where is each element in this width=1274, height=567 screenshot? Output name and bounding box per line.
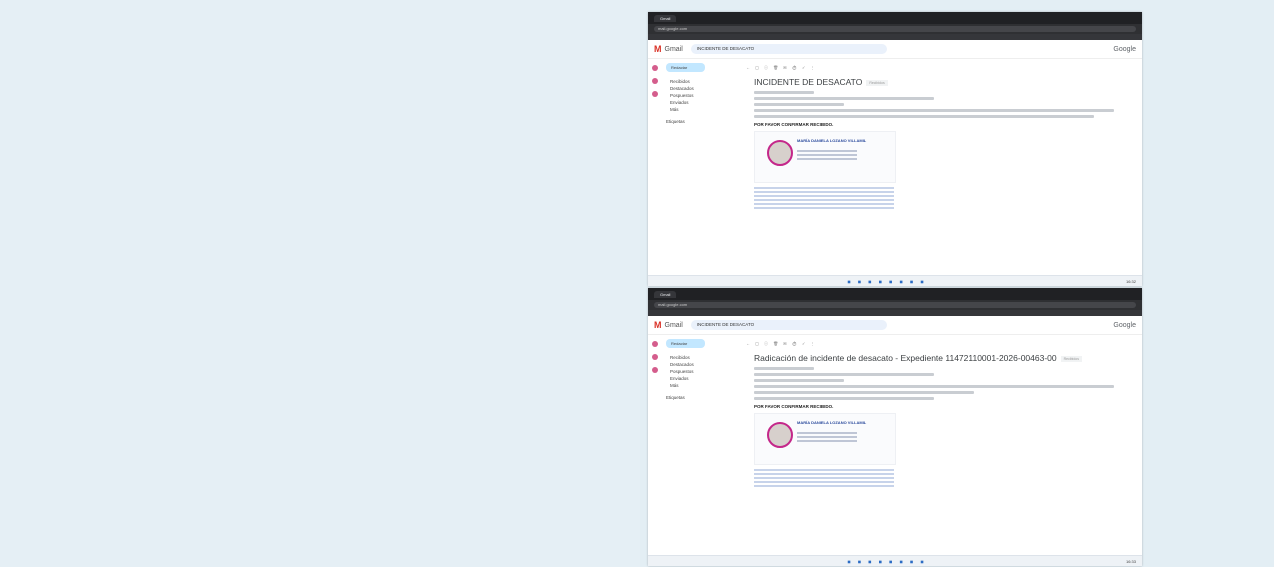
taskbar-app-icons[interactable]: ◼ ◼ ◼ ◼ ◼ ◼ ◼ ◼ — [847, 559, 926, 564]
search-input[interactable]: INCIDENTE DE DESACATO — [690, 44, 887, 54]
chat-icon[interactable] — [652, 78, 658, 84]
recipient-line — [754, 373, 934, 376]
email-view: ← ▢ ⓘ 🗑 ✉ ⏱ ✓ ⋮ Radicación de incidente … — [740, 335, 1142, 489]
sidebar-item-snoozed[interactable]: Pospuestos — [666, 92, 736, 99]
sidebar-item-inbox[interactable]: Recibidos — [666, 354, 736, 361]
taskbar: ◼ ◼ ◼ ◼ ◼ ◼ ◼ ◼ 16:32 — [648, 275, 1142, 286]
sender-line — [754, 91, 814, 94]
sidebar-item-more[interactable]: Más — [666, 106, 736, 113]
gmail-header: M Gmail INCIDENTE DE DESACATO Google — [648, 40, 1142, 59]
app-rail — [648, 59, 662, 211]
email-subject: Radicación de incidente de desacato - Ex… — [754, 353, 1136, 363]
signature-card: MARÍA DANIELA LOZANO VILLAMIL — [754, 131, 896, 183]
sidebar-item-more[interactable]: Más — [666, 382, 736, 389]
date-line — [754, 103, 844, 106]
taskbar: ◼ ◼ ◼ ◼ ◼ ◼ ◼ ◼ 16:33 — [648, 555, 1142, 566]
email-subject: INCIDENTE DE DESACATO Recibidos — [754, 77, 1136, 87]
mail-icon[interactable] — [652, 65, 658, 71]
subject-text: Radicación de incidente de desacato - Ex… — [754, 353, 1057, 363]
recipient-line — [754, 97, 934, 100]
labels-heading: Etiquetas — [666, 395, 685, 400]
labels-heading: Etiquetas — [666, 119, 685, 124]
sidebar-item-starred[interactable]: Destacados — [666, 85, 736, 92]
compose-button[interactable]: Redactar — [666, 63, 705, 72]
label-chip[interactable]: Recibidos — [1060, 355, 1082, 362]
address-bar[interactable]: mail.google.com — [654, 302, 1136, 308]
browser-tab[interactable]: Gmail — [654, 290, 677, 298]
browser-toolbar: mail.google.com — [648, 24, 1142, 34]
body-line — [754, 115, 1094, 118]
google-brand[interactable]: Google — [1113, 322, 1136, 329]
body-line — [754, 391, 974, 394]
body-heading: POR FAVOR CONFIRMAR RECIBIDO. — [754, 404, 834, 409]
address-bar[interactable]: mail.google.com — [654, 26, 1136, 32]
chat-icon[interactable] — [652, 354, 658, 360]
browser-tabs: Gmail — [648, 12, 1142, 24]
google-brand[interactable]: Google — [1113, 46, 1136, 53]
gmail-logo[interactable]: M Gmail — [654, 320, 683, 330]
gmail-logo-text: Gmail — [664, 45, 683, 53]
subject-text: INCIDENTE DE DESACATO — [754, 77, 863, 87]
browser-toolbar: mail.google.com — [648, 300, 1142, 310]
taskbar-app-icons[interactable]: ◼ ◼ ◼ ◼ ◼ ◼ ◼ ◼ — [847, 279, 926, 284]
body-heading: POR FAVOR CONFIRMAR RECIBIDO. — [754, 122, 834, 127]
gmail-logo-text: Gmail — [664, 321, 683, 329]
email-toolbar[interactable]: ← ▢ ⓘ 🗑 ✉ ⏱ ✓ ⋮ — [746, 65, 1136, 71]
meet-icon[interactable] — [652, 367, 658, 373]
sidebar-item-starred[interactable]: Destacados — [666, 361, 736, 368]
screenshot-top: Gmail mail.google.com M Gmail INCIDENTE D… — [648, 12, 1142, 286]
signature-details — [797, 150, 857, 162]
taskbar-clock[interactable]: 16:32 — [1126, 279, 1142, 284]
avatar — [767, 140, 793, 166]
screenshot-bottom: Gmail mail.google.com M Gmail INCIDENTE D… — [648, 288, 1142, 566]
meet-icon[interactable] — [652, 91, 658, 97]
gmail-sidebar: Redactar Recibidos Destacados Pospuestos… — [662, 335, 740, 489]
sidebar-item-sent[interactable]: Enviados — [666, 99, 736, 106]
search-input[interactable]: INCIDENTE DE DESACATO — [690, 320, 887, 330]
email-view: ← ▢ ⓘ 🗑 ✉ ⏱ ✓ ⋮ INCIDENTE DE DESACATO Rec… — [740, 59, 1142, 211]
gmail-m-icon: M — [654, 44, 662, 54]
taskbar-clock[interactable]: 16:33 — [1126, 559, 1142, 564]
sidebar-item-sent[interactable]: Enviados — [666, 375, 736, 382]
sidebar-item-snoozed[interactable]: Pospuestos — [666, 368, 736, 375]
body-line — [754, 385, 1114, 388]
compose-button[interactable]: Redactar — [666, 339, 705, 348]
mail-icon[interactable] — [652, 341, 658, 347]
gmail-header: M Gmail INCIDENTE DE DESACATO Google — [648, 316, 1142, 335]
empty-canvas — [0, 0, 640, 567]
browser-tab[interactable]: Gmail — [654, 14, 677, 22]
email-toolbar[interactable]: ← ▢ ⓘ 🗑 ✉ ⏱ ✓ ⋮ — [746, 341, 1136, 347]
signature-details — [797, 432, 857, 444]
gmail-logo[interactable]: M Gmail — [654, 44, 683, 54]
signature-card: MARÍA DANIELA LOZANO VILLAMIL — [754, 413, 896, 465]
body-line — [754, 109, 1114, 112]
signature-name: MARÍA DANIELA LOZANO VILLAMIL — [797, 138, 867, 143]
avatar — [767, 422, 793, 448]
signature-name: MARÍA DANIELA LOZANO VILLAMIL — [797, 420, 867, 425]
sender-line — [754, 367, 814, 370]
legal-notice — [754, 187, 894, 209]
label-chip[interactable]: Recibidos — [866, 79, 888, 86]
gmail-sidebar: Redactar Recibidos Destacados Pospuestos… — [662, 59, 740, 211]
browser-tabs: Gmail — [648, 288, 1142, 300]
gmail-m-icon: M — [654, 320, 662, 330]
app-rail — [648, 335, 662, 489]
legal-notice — [754, 469, 894, 487]
date-line — [754, 379, 844, 382]
body-line — [754, 397, 934, 400]
sidebar-item-inbox[interactable]: Recibidos — [666, 78, 736, 85]
